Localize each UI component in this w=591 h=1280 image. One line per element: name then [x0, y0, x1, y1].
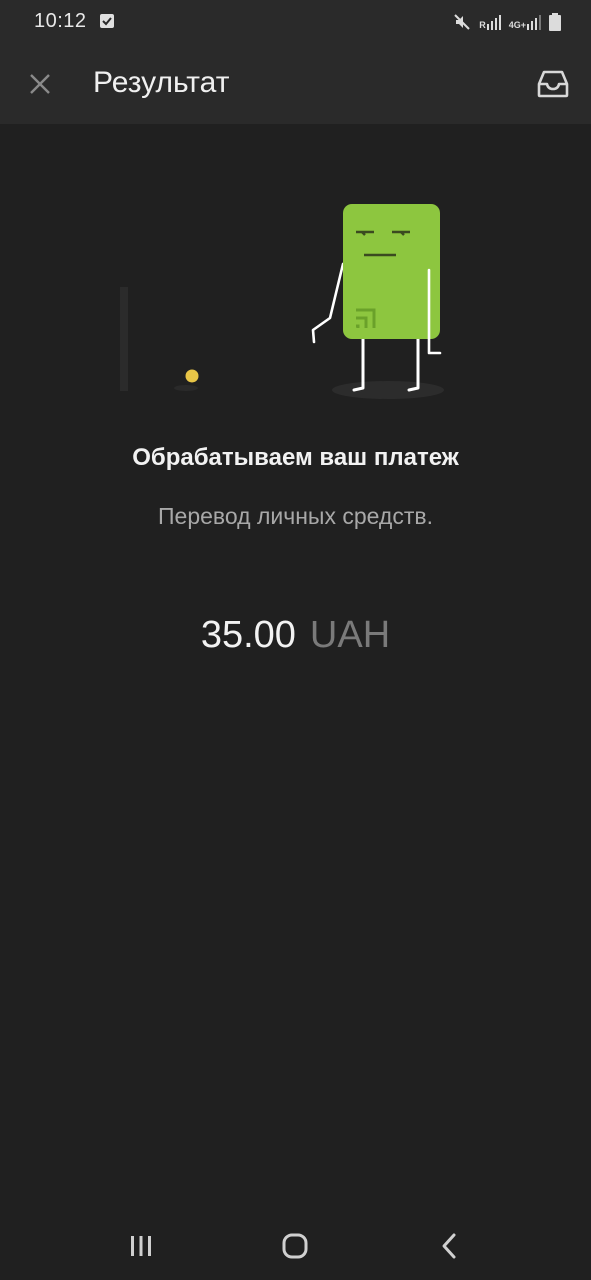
amount-currency: UAH [309, 614, 391, 656]
coin-shadow [174, 385, 198, 391]
mute-icon [454, 14, 470, 30]
system-nav-bar [0, 1210, 591, 1280]
status-time: 10:12 [34, 10, 87, 32]
inbox-icon [537, 70, 569, 98]
network-type-label: 4G+ [508, 20, 526, 30]
processing-subtitle: Перевод личных средств. [158, 503, 433, 529]
signal-icon [527, 15, 541, 30]
home-icon [282, 1233, 308, 1259]
processing-title: Обрабатываем ваш платеж [132, 444, 459, 471]
inbox-button[interactable] [533, 64, 573, 104]
close-button[interactable] [20, 64, 60, 104]
status-icons: R 4G+ [453, 10, 561, 34]
back-button[interactable] [429, 1226, 469, 1266]
recent-apps-button[interactable] [121, 1226, 161, 1266]
recent-apps-icon [131, 1236, 151, 1256]
processing-illustration [120, 204, 444, 399]
character-shadow [332, 381, 444, 399]
signal-icon [486, 15, 501, 30]
roaming-label: R [479, 20, 486, 30]
character-left-leg [352, 336, 365, 392]
page-title: Результат [93, 66, 230, 99]
app-bar: Результат [0, 44, 591, 124]
battery-icon [549, 13, 561, 31]
home-button[interactable] [275, 1226, 315, 1266]
back-icon [442, 1233, 456, 1259]
coin-icon [185, 369, 199, 383]
check-notification-icon [100, 14, 114, 28]
post-bar [120, 287, 128, 391]
status-bar: 10:12 R 4G+ [0, 0, 591, 44]
amount-value: 35.00 [200, 614, 296, 656]
amount-display: 35.00 UAH [0, 614, 591, 657]
close-icon [30, 74, 50, 94]
character-left-arm [311, 262, 345, 344]
